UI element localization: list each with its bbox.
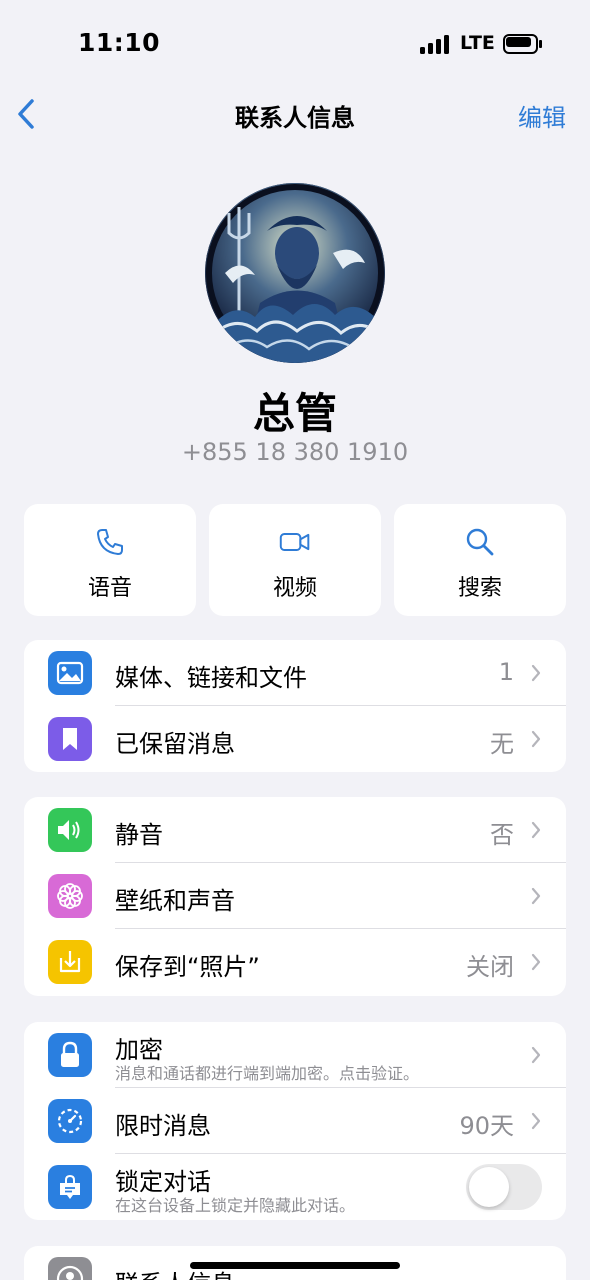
navigation-bar: 联系人信息 编辑 — [0, 90, 590, 140]
search-icon — [466, 528, 494, 556]
home-indicator — [190, 1262, 400, 1269]
row-label: 已保留消息 — [115, 730, 235, 758]
chevron-right-icon — [531, 1112, 541, 1130]
toggle-knob — [469, 1167, 509, 1207]
privacy-section: 加密 消息和通话都进行端到端加密。点击验证。 限时消息 90天 锁定对话 在这台… — [24, 1022, 566, 1220]
contact-icon — [48, 1257, 92, 1280]
chevron-right-icon — [531, 730, 541, 748]
signal-strength-icon — [420, 34, 450, 54]
settings-section: 静音 否 壁纸和声音 保存到“照片” 关闭 — [24, 797, 566, 996]
contact-phone[interactable]: +855 18 380 1910 — [0, 438, 590, 466]
row-saved-messages[interactable]: 已保留消息 无 — [24, 706, 566, 772]
chat-lock-icon — [48, 1165, 92, 1209]
photo-icon — [48, 651, 92, 695]
row-media-links-files[interactable]: 媒体、链接和文件 1 — [24, 640, 566, 706]
row-value: 1 — [498, 658, 514, 686]
row-value: 否 — [490, 821, 514, 849]
lock-icon — [48, 1033, 92, 1077]
chevron-right-icon — [531, 1046, 541, 1064]
video-icon — [279, 533, 310, 551]
row-label: 媒体、链接和文件 — [115, 664, 307, 692]
row-subtitle: 在这台设备上锁定并隐藏此对话。 — [115, 1196, 356, 1215]
voice-call-label: 语音 — [87, 576, 132, 601]
chevron-right-icon — [531, 821, 541, 839]
edit-button[interactable]: 编辑 — [518, 98, 566, 133]
speaker-icon — [48, 808, 92, 852]
row-wallpaper-sound[interactable]: 壁纸和声音 — [24, 863, 566, 929]
search-label: 搜索 — [457, 576, 502, 601]
flower-icon — [48, 874, 92, 918]
chevron-right-icon — [531, 953, 541, 971]
contact-name: 总管 — [252, 389, 337, 438]
network-type: LTE — [460, 32, 495, 54]
phone-icon — [97, 529, 123, 555]
row-lock-chat: 锁定对话 在这台设备上锁定并隐藏此对话。 — [24, 1154, 566, 1220]
row-subtitle: 消息和通话都进行端到端加密。点击验证。 — [115, 1064, 420, 1083]
search-button[interactable]: 搜索 — [394, 504, 566, 616]
row-value: 关闭 — [466, 953, 514, 981]
page-title: 联系人信息 — [235, 104, 355, 132]
row-disappearing-messages[interactable]: 限时消息 90天 — [24, 1088, 566, 1154]
media-section: 媒体、链接和文件 1 已保留消息 无 — [24, 640, 566, 772]
download-icon — [48, 940, 92, 984]
video-call-button[interactable]: 视频 — [209, 504, 381, 616]
chevron-right-icon — [531, 664, 541, 682]
lock-chat-toggle[interactable] — [466, 1164, 542, 1210]
timer-icon — [48, 1099, 92, 1143]
status-bar: 11:10 LTE — [0, 0, 590, 90]
battery-icon — [503, 34, 543, 54]
avatar[interactable] — [205, 183, 385, 363]
row-save-to-photos[interactable]: 保存到“照片” 关闭 — [24, 929, 566, 996]
row-encryption[interactable]: 加密 消息和通话都进行端到端加密。点击验证。 — [24, 1022, 566, 1088]
row-label: 保存到“照片” — [115, 953, 260, 981]
row-value: 90天 — [459, 1112, 514, 1140]
action-buttons: 语音 视频 搜索 — [24, 504, 566, 616]
bookmark-icon — [48, 717, 92, 761]
chevron-right-icon — [531, 887, 541, 905]
row-label: 限时消息 — [115, 1112, 211, 1140]
status-time: 11:10 — [78, 28, 161, 57]
row-label: 静音 — [115, 821, 163, 849]
voice-call-button[interactable]: 语音 — [24, 504, 196, 616]
row-value: 无 — [490, 730, 514, 758]
row-mute[interactable]: 静音 否 — [24, 797, 566, 863]
row-label: 壁纸和声音 — [115, 887, 235, 915]
video-call-label: 视频 — [272, 576, 317, 601]
